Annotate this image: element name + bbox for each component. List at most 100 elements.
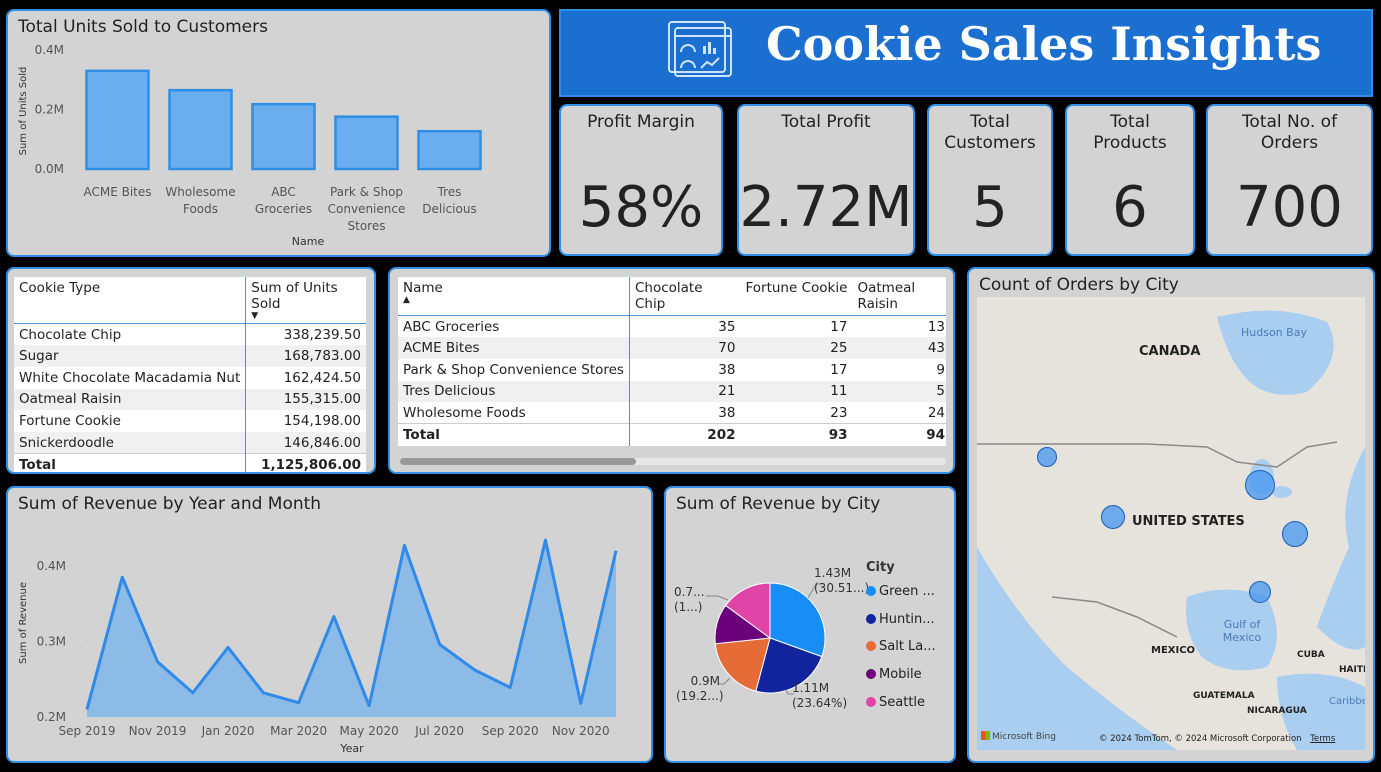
pie-label-percent: (19.2...)	[676, 689, 724, 703]
map-bubble-green-bay[interactable]	[1245, 470, 1275, 500]
sort-desc-icon: ▼	[251, 311, 259, 321]
kpi-value: 700	[1236, 175, 1343, 240]
table-row[interactable]: Fortune Cookie 154,198.00	[14, 410, 366, 432]
map-label-gulf-of-mexico: Gulf of Mexico	[1222, 618, 1262, 644]
map-credit-text: © 2024 TomTom, © 2024 Microsoft Corporat…	[1099, 734, 1302, 744]
pie-label-value: 1.43M	[814, 566, 852, 580]
table-row[interactable]: Snickerdoodle 146,846.00	[14, 431, 366, 454]
column-header-oatmeal-raisin[interactable]: Oatmeal Raisin	[852, 277, 946, 316]
cell-value: 24	[927, 404, 945, 421]
cell-total-value: 202	[629, 423, 741, 446]
column-header-cookie-type[interactable]: Cookie Type	[14, 277, 247, 324]
cell-value: 35	[718, 318, 736, 335]
table-row[interactable]: Sugar 168,783.00	[14, 345, 366, 367]
y-axis-title: Sum of Units Sold	[18, 67, 29, 156]
x-axis-title: Year	[339, 742, 364, 755]
cell-cookie-type: White Chocolate Macadamia Nut	[14, 366, 247, 389]
cell-value: 38	[718, 404, 736, 421]
legend-dot	[866, 614, 876, 624]
map-label-hudson-bay: Hudson Bay	[1241, 326, 1307, 339]
x-tick-label: ACME Bites	[83, 185, 151, 199]
cell-total-label: Total	[14, 453, 247, 472]
table-row[interactable]: Wholesome Foods 38 23 24	[398, 402, 946, 424]
map-label-nicaragua: NICARAGUA	[1247, 706, 1307, 716]
map-label-cuba: CUBA	[1297, 650, 1325, 660]
kpi-value: 58%	[578, 175, 704, 240]
bar	[417, 129, 482, 171]
map-label-mexico: MEXICO	[1151, 645, 1196, 656]
column-header-name[interactable]: Name ▲	[398, 277, 630, 316]
units-sold-bar-chart: Sum of Units Sold 0.0M 0.2M 0.4M ACME Bites W…	[18, 43, 482, 248]
kpi-label: Total No. of Orders	[1241, 112, 1338, 153]
x-tick-label: Delicious	[422, 202, 476, 216]
table-row[interactable]: White Chocolate Macadamia Nut 162,424.50	[14, 366, 366, 389]
kpi-card-total-customers: Total Customers 5	[927, 104, 1053, 256]
cell-value: 23	[830, 404, 848, 421]
dashboard-icon	[668, 21, 732, 77]
table-row[interactable]: Tres Delicious 21 11 5	[398, 380, 946, 403]
x-tick-label: Jul 2020	[414, 724, 464, 738]
legend-dot	[866, 697, 876, 707]
y-tick-label: 0.0M	[35, 162, 64, 176]
column-header-chocolate-chip[interactable]: Chocolate Chip	[629, 277, 741, 316]
map-bubble-huntington[interactable]	[1282, 521, 1308, 547]
cell-name: Wholesome Foods	[398, 402, 630, 424]
revenue-trend-panel: Sum of Revenue by Year and Month Sum of …	[6, 486, 653, 763]
y-axis-title: Sum of Revenue	[18, 582, 29, 664]
pie-label-green: 1.43M (30.51...)	[814, 566, 869, 596]
bar	[168, 88, 233, 171]
pie-label-huntington: 1.11M (23.64%)	[792, 681, 847, 711]
x-tick-label: Convenience	[328, 202, 406, 216]
table-row[interactable]: Oatmeal Raisin 155,315.00	[14, 388, 366, 411]
cell-name: Tres Delicious	[398, 380, 630, 403]
column-header-fortune-cookie[interactable]: Fortune Cookie	[740, 277, 853, 316]
map-bubble-seattle[interactable]	[1037, 447, 1057, 467]
legend-title: City	[866, 560, 895, 575]
horizontal-scrollbar[interactable]	[400, 458, 946, 465]
cookie-type-table[interactable]: Cookie Type Sum of Units Sold ▼ Chocolate…	[14, 277, 366, 472]
terms-link[interactable]: Terms	[1310, 734, 1335, 744]
revenue-by-city-panel: Sum of Revenue by City 1.43M (30.51...) …	[664, 486, 956, 763]
x-tick-label: Nov 2020	[552, 724, 610, 738]
cell-value: 5	[852, 380, 946, 403]
cell-value: 17	[830, 361, 848, 378]
orders-map[interactable]: CANADA UNITED STATES MEXICO Hudson Bay G…	[977, 297, 1365, 750]
legend-item-salt-lake[interactable]: Salt La...	[866, 639, 936, 654]
x-tick-label: Foods	[183, 202, 218, 216]
cell-total-value: 94	[852, 423, 946, 446]
kpi-card-profit-margin: Profit Margin 58%	[559, 104, 723, 256]
x-tick-label: Sep 2020	[482, 724, 539, 738]
table-row[interactable]: Park & Shop Convenience Stores 38 17 9	[398, 358, 946, 381]
cell-cookie-type: Snickerdoodle	[14, 431, 247, 454]
pie-label-percent: (23.64%)	[792, 696, 848, 710]
legend-item-huntington[interactable]: Huntin...	[866, 612, 935, 627]
cell-units-sold: 168,783.00	[245, 345, 366, 367]
cell-value: 17	[830, 318, 848, 335]
kpi-card-total-profit: Total Profit 2.72M	[737, 104, 915, 256]
cell-value: 38	[718, 361, 736, 378]
cell-name: Park & Shop Convenience Stores	[398, 358, 630, 381]
dashboard-title: Cookie Sales Insights	[766, 17, 1322, 71]
table-row[interactable]: ABC Groceries 35 17 13	[398, 315, 946, 338]
customer-matrix-table[interactable]: Name ▲ Chocolate Chip Fortune Cookie Oatm…	[398, 277, 946, 446]
legend-label: Mobile	[879, 667, 922, 682]
orders-by-city-map-panel: Count of Orders by City CANADA UNITED ST…	[967, 267, 1375, 763]
customer-matrix-panel: Name ▲ Chocolate Chip Fortune Cookie Oatm…	[388, 267, 955, 474]
legend-label: Green ...	[879, 584, 935, 599]
map-label-guatemala: GUATEMALA	[1193, 691, 1255, 701]
map-bubble-mobile[interactable]	[1249, 581, 1271, 603]
kpi-value: 2.72M	[739, 175, 913, 240]
legend-item-green[interactable]: Green ...	[866, 584, 935, 599]
table-row[interactable]: Chocolate Chip 338,239.50	[14, 323, 366, 346]
units-sold-chart-panel: Total Units Sold to Customers Sum of Uni…	[6, 9, 551, 257]
scrollbar-thumb[interactable]	[400, 458, 636, 465]
legend-item-mobile[interactable]: Mobile	[866, 667, 922, 682]
table-row[interactable]: ACME Bites 70 25 43	[398, 337, 946, 359]
y-tick-label: 0.4M	[37, 559, 66, 573]
cell-total-value: 1,125,806.00	[245, 453, 366, 472]
cell-total-value: 93	[740, 423, 853, 446]
map-bubble-salt-lake[interactable]	[1101, 505, 1125, 529]
column-header-units-sold[interactable]: Sum of Units Sold ▼	[245, 277, 366, 324]
kpi-card-total-products: Total Products 6	[1065, 104, 1195, 256]
legend-item-seattle[interactable]: Seattle	[866, 695, 925, 710]
